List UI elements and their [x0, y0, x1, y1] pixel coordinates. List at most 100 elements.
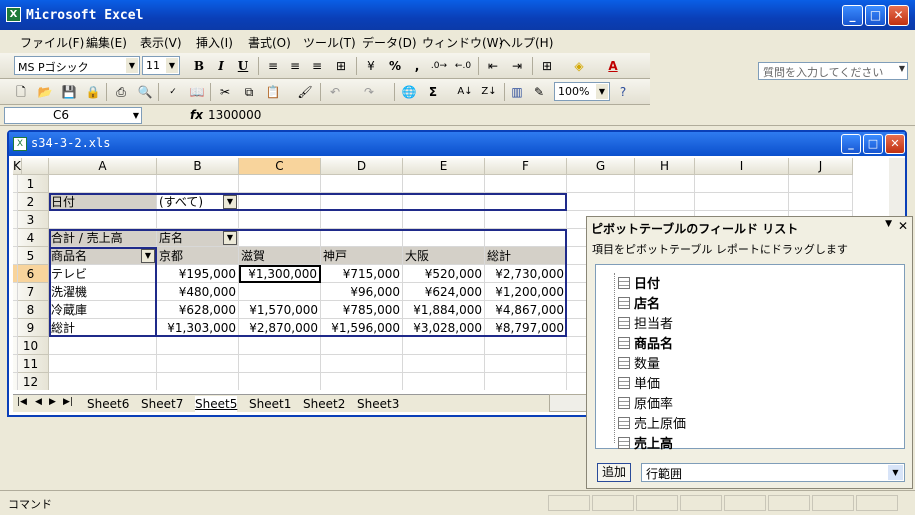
cell-A6[interactable]: テレビ: [49, 265, 157, 283]
currency-icon[interactable]: ¥: [362, 57, 380, 75]
cell-G2[interactable]: [567, 193, 635, 211]
help-search-input[interactable]: 質問を入力してください ▼: [758, 62, 908, 80]
cell-F5[interactable]: 総計: [485, 247, 567, 265]
permission-icon[interactable]: 🔒: [84, 83, 102, 101]
sort-descending-icon[interactable]: Z↓: [480, 83, 498, 101]
cell-E6[interactable]: ¥520,000: [403, 265, 485, 283]
minimize-button[interactable]: _: [842, 5, 863, 26]
increase-decimal-icon[interactable]: .0→: [430, 57, 448, 75]
merge-center-icon[interactable]: ⊞: [332, 57, 350, 75]
fx-icon[interactable]: fx: [190, 108, 203, 122]
cell-A2[interactable]: 日付: [49, 193, 157, 211]
save-icon[interactable]: 💾: [60, 83, 78, 101]
column-header-D[interactable]: D: [321, 158, 403, 175]
cell-K10[interactable]: [13, 337, 18, 355]
cut-icon[interactable]: ✂: [216, 83, 234, 101]
percent-button[interactable]: %: [386, 57, 404, 75]
column-header-J[interactable]: J: [789, 158, 853, 175]
cell-D3[interactable]: [321, 211, 403, 229]
cell-B3[interactable]: [157, 211, 239, 229]
cell-F11[interactable]: [485, 355, 567, 373]
chevron-down-icon[interactable]: ▼: [133, 108, 139, 123]
print-preview-icon[interactable]: 🔍: [136, 83, 154, 101]
italic-button[interactable]: I: [212, 57, 230, 75]
cell-F8[interactable]: ¥4,867,000: [485, 301, 567, 319]
row-header-2[interactable]: 2: [13, 193, 49, 211]
cell-A3[interactable]: [49, 211, 157, 229]
cell-D11[interactable]: [321, 355, 403, 373]
close-icon[interactable]: ✕: [898, 219, 908, 233]
menu-window[interactable]: ウィンドウ(W): [422, 34, 503, 51]
maximize-button[interactable]: □: [865, 5, 886, 26]
workbook-maximize-button[interactable]: □: [863, 134, 883, 154]
borders-icon[interactable]: ⊞: [538, 57, 556, 75]
pivot-field-item[interactable]: 担当者: [618, 313, 673, 332]
cell-C6[interactable]: ¥1,300,000: [239, 265, 321, 283]
add-to-button[interactable]: 追加: [597, 463, 631, 482]
cell-K3[interactable]: [13, 211, 18, 229]
vertical-scrollbar[interactable]: [889, 158, 905, 218]
hyperlink-icon[interactable]: 🌐: [400, 83, 418, 101]
cell-C11[interactable]: [239, 355, 321, 373]
align-center-icon[interactable]: ≡: [286, 57, 304, 75]
column-header-B[interactable]: B: [157, 158, 239, 175]
sheet-tab[interactable]: Sheet7: [141, 396, 183, 412]
cell-F7[interactable]: ¥1,200,000: [485, 283, 567, 301]
fill-color-icon[interactable]: ◈: [570, 57, 588, 75]
cell-A4[interactable]: 合計 / 売上高: [49, 229, 157, 247]
cell-C8[interactable]: ¥1,570,000: [239, 301, 321, 319]
cell-A7[interactable]: 洗濯機: [49, 283, 157, 301]
cell-K2[interactable]: [13, 193, 18, 211]
font-color-icon[interactable]: A: [604, 57, 622, 75]
chart-wizard-icon[interactable]: ▥: [508, 83, 526, 101]
cell-F3[interactable]: [485, 211, 567, 229]
column-header-A[interactable]: A: [49, 158, 157, 175]
decrease-decimal-icon[interactable]: ←.0: [454, 57, 472, 75]
cell-K7[interactable]: [13, 283, 18, 301]
increase-indent-icon[interactable]: ⇥: [508, 57, 526, 75]
format-painter-icon[interactable]: 🖌: [296, 83, 314, 101]
cell-E1[interactable]: [403, 175, 485, 193]
cell-E12[interactable]: [403, 373, 485, 390]
row-header-10[interactable]: 10: [13, 337, 49, 355]
row-header-8[interactable]: 8: [13, 301, 49, 319]
pivot-field-item[interactable]: 日付: [618, 273, 660, 292]
cell-F4[interactable]: [485, 229, 567, 247]
cell-C5[interactable]: 滋賀: [239, 247, 321, 265]
cell-E9[interactable]: ¥3,028,000: [403, 319, 485, 337]
column-header-H[interactable]: H: [635, 158, 695, 175]
row-header-7[interactable]: 7: [13, 283, 49, 301]
print-icon[interactable]: ⎙: [112, 83, 130, 101]
row-header-6[interactable]: 6: [13, 265, 49, 283]
cell-C12[interactable]: [239, 373, 321, 390]
pivot-dropdown-B2[interactable]: ▼: [223, 195, 237, 209]
cell-G1[interactable]: [567, 175, 635, 193]
copy-icon[interactable]: ⧉: [240, 83, 258, 101]
cell-E5[interactable]: 大阪: [403, 247, 485, 265]
cell-A11[interactable]: [49, 355, 157, 373]
menu-file[interactable]: ファイル(F): [20, 34, 84, 51]
cell-K12[interactable]: [13, 373, 18, 390]
column-header-E[interactable]: E: [403, 158, 485, 175]
formula-input[interactable]: 1300000: [208, 108, 261, 122]
pivot-field-item[interactable]: 店名: [618, 293, 660, 312]
cell-F2[interactable]: [485, 193, 567, 211]
decrease-indent-icon[interactable]: ⇤: [484, 57, 502, 75]
row-header-9[interactable]: 9: [13, 319, 49, 337]
cell-K4[interactable]: [13, 229, 18, 247]
cell-C2[interactable]: [239, 193, 321, 211]
align-right-icon[interactable]: ≡: [308, 57, 326, 75]
row-header-1[interactable]: 1: [13, 175, 49, 193]
drawing-icon[interactable]: ✎: [530, 83, 548, 101]
spelling-icon[interactable]: ✓: [164, 83, 182, 101]
pivot-field-item[interactable]: 数量: [618, 353, 660, 372]
cell-I1[interactable]: [695, 175, 789, 193]
column-header-F[interactable]: F: [485, 158, 567, 175]
cell-A9[interactable]: 総計: [49, 319, 157, 337]
cell-D9[interactable]: ¥1,596,000: [321, 319, 403, 337]
chevron-down-icon[interactable]: ▼: [885, 219, 892, 229]
cell-A12[interactable]: [49, 373, 157, 390]
row-header-12[interactable]: 12: [13, 373, 49, 390]
cell-C3[interactable]: [239, 211, 321, 229]
cell-C9[interactable]: ¥2,870,000: [239, 319, 321, 337]
